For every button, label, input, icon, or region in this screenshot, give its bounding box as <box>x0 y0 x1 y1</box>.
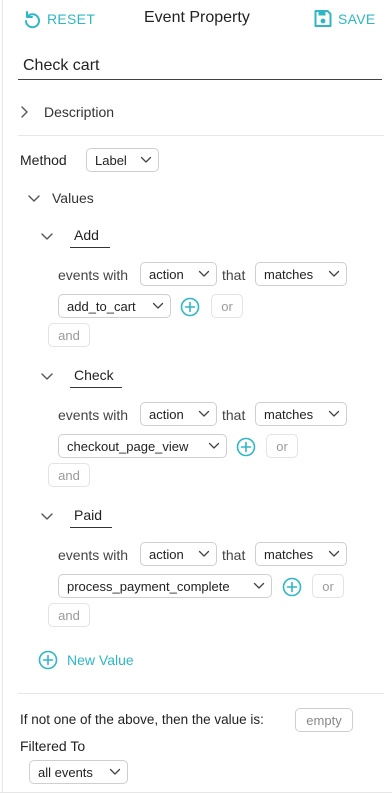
method-selected-value: Label <box>95 152 127 168</box>
and-button[interactable]: and <box>48 603 90 627</box>
chevron-down-icon <box>328 270 340 277</box>
field-select[interactable]: action <box>140 542 217 566</box>
value-select[interactable]: process_payment_complete <box>58 574 272 598</box>
reset-button[interactable]: RESET <box>23 9 95 29</box>
values-toggle[interactable]: Values <box>26 190 94 206</box>
events-with-label: events with <box>58 547 129 563</box>
or-button[interactable]: or <box>211 294 243 318</box>
that-label: that <box>222 267 246 283</box>
and-button[interactable]: and <box>48 323 90 347</box>
chevron-down-icon <box>198 410 210 417</box>
fallback-value-input[interactable]: empty <box>295 708 353 732</box>
chevron-down-icon[interactable] <box>39 368 55 384</box>
reset-label: RESET <box>47 11 96 27</box>
operator-selected-value: matches <box>264 266 314 282</box>
divider <box>18 135 384 136</box>
description-label: Description <box>44 104 115 120</box>
plus-circle-icon <box>38 650 58 670</box>
filtered-to-selected-value: all events <box>38 764 93 780</box>
field-selected-value: action <box>149 546 184 562</box>
save-label: SAVE <box>338 10 376 27</box>
value-select[interactable]: checkout_page_view <box>58 434 227 458</box>
operator-select[interactable]: matches <box>255 402 347 426</box>
chevron-down-icon <box>198 550 210 557</box>
chevron-down-icon <box>208 442 220 449</box>
fallback-text: If not one of the above, then the value … <box>20 712 264 727</box>
field-selected-value: action <box>149 406 184 422</box>
chevron-down-icon <box>253 582 265 589</box>
save-icon <box>314 10 332 27</box>
chevron-down-icon <box>109 768 121 775</box>
value-name[interactable]: Paid <box>70 507 112 528</box>
that-label: that <box>222 407 246 423</box>
operator-select[interactable]: matches <box>255 262 347 286</box>
chevron-down-icon <box>28 195 40 202</box>
that-label: that <box>222 547 246 563</box>
undo-icon <box>25 11 40 29</box>
chevron-down-icon <box>328 410 340 417</box>
filtered-to-select[interactable]: all events <box>29 760 128 784</box>
plus-circle-icon[interactable] <box>236 437 256 457</box>
chevron-down-icon <box>152 302 164 309</box>
method-label: Method <box>20 152 67 168</box>
field-selected-value: action <box>149 266 184 282</box>
description-toggle[interactable]: Description <box>16 104 114 120</box>
new-value-label: New Value <box>67 652 134 668</box>
operator-selected-value: matches <box>264 406 314 422</box>
value-selected-value: checkout_page_view <box>67 438 189 454</box>
method-select[interactable]: Label <box>86 148 159 172</box>
chevron-down-icon <box>140 156 152 163</box>
chevron-down-icon[interactable] <box>39 228 55 244</box>
chevron-right-icon <box>21 106 28 118</box>
panel-left-border <box>2 0 3 793</box>
operator-selected-value: matches <box>264 546 314 562</box>
events-with-label: events with <box>58 407 129 423</box>
divider <box>18 693 384 694</box>
chevron-down-icon <box>328 550 340 557</box>
value-select[interactable]: add_to_cart <box>58 294 171 318</box>
value-name[interactable]: Check <box>70 367 122 388</box>
new-value-button[interactable]: New Value <box>38 650 134 670</box>
plus-circle-icon[interactable] <box>282 577 302 597</box>
chevron-down-icon <box>198 270 210 277</box>
or-button[interactable]: or <box>266 434 298 458</box>
panel-title: Event Property <box>144 9 250 26</box>
and-button[interactable]: and <box>48 463 90 487</box>
plus-circle-icon[interactable] <box>180 297 200 317</box>
operator-select[interactable]: matches <box>255 542 347 566</box>
events-with-label: events with <box>58 267 129 283</box>
field-select[interactable]: action <box>140 402 217 426</box>
property-name-input[interactable] <box>18 52 382 80</box>
chevron-down-icon[interactable] <box>39 508 55 524</box>
or-button[interactable]: or <box>312 574 344 598</box>
value-selected-value: process_payment_complete <box>67 578 230 594</box>
values-label: Values <box>52 190 94 206</box>
save-button[interactable]: SAVE <box>314 9 376 28</box>
filtered-to-label: Filtered To <box>20 738 86 754</box>
value-selected-value: add_to_cart <box>67 298 136 314</box>
field-select[interactable]: action <box>140 262 217 286</box>
value-name[interactable]: Add <box>70 227 110 248</box>
